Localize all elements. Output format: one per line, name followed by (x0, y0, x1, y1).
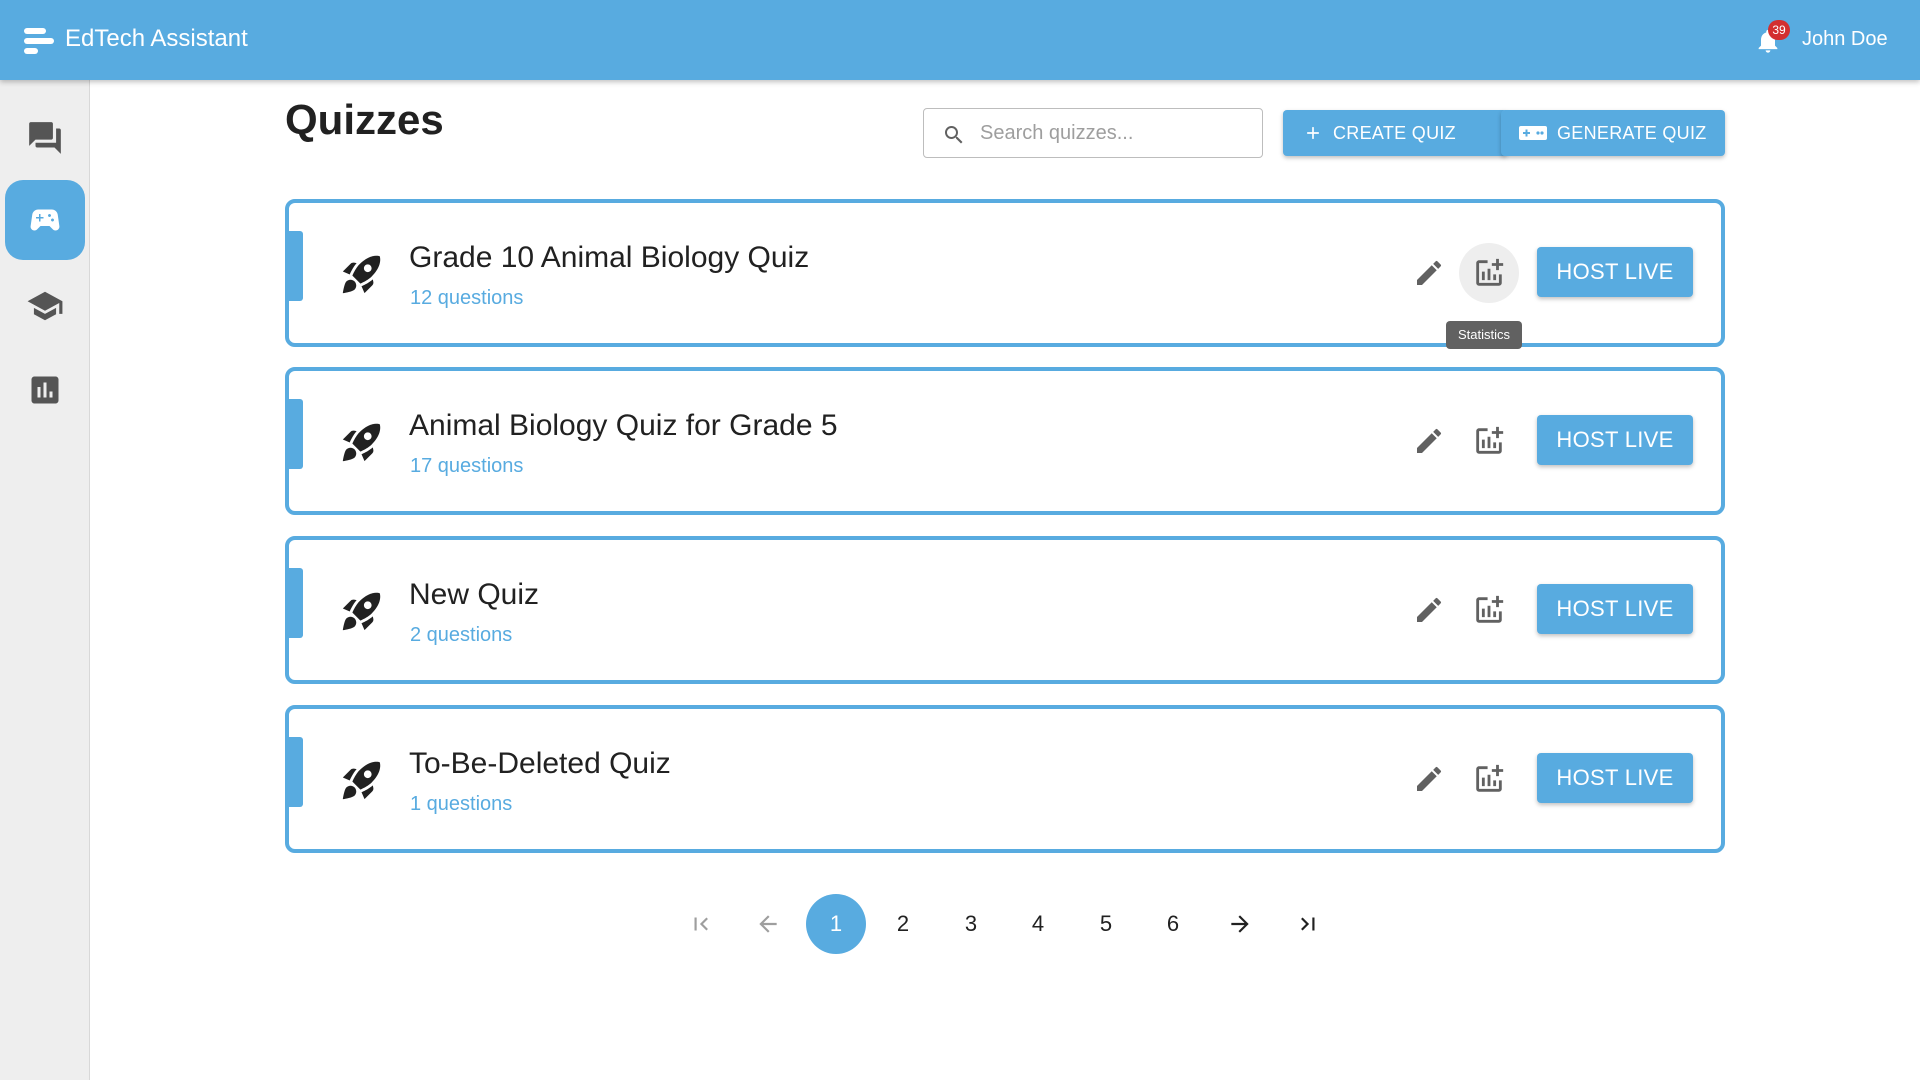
rocket-icon (342, 255, 381, 294)
host-live-button[interactable]: HOST LIVE (1537, 247, 1693, 297)
arrow-right-icon (1231, 915, 1249, 933)
search-input[interactable] (980, 109, 1250, 157)
plus-icon (1307, 127, 1319, 139)
statistics-button[interactable] (1459, 749, 1519, 809)
next-page-button[interactable] (1210, 894, 1270, 954)
pagination: 1 2 3 4 5 6 (0, 894, 1920, 958)
question-count: 17 questions (410, 455, 524, 477)
search-icon (945, 126, 963, 144)
host-live-button[interactable]: HOST LIVE (1537, 753, 1693, 803)
pencil-icon (1417, 597, 1442, 622)
app-title: EdTech Assistant (65, 25, 248, 52)
rocket-icon (342, 592, 381, 631)
school-icon (27, 291, 63, 321)
page-button-5[interactable]: 5 (1076, 894, 1136, 954)
edit-button[interactable] (1407, 419, 1451, 463)
rocket-icon (342, 423, 381, 462)
question-count: 12 questions (410, 287, 524, 309)
pencil-icon (1417, 766, 1442, 791)
gamepad-icon (30, 209, 60, 231)
last-page-icon (1301, 917, 1315, 931)
edit-button[interactable] (1407, 757, 1451, 801)
add-chart-icon (1476, 595, 1504, 623)
quiz-card[interactable]: New Quiz 2 questions HOST LIVE (285, 536, 1725, 684)
quiz-title[interactable]: Animal Biology Quiz for Grade 5 (409, 409, 838, 443)
host-live-button[interactable]: HOST LIVE (1537, 415, 1693, 465)
add-chart-icon (1476, 426, 1504, 454)
sidebar-item-courses[interactable] (5, 266, 85, 346)
logo-icon (24, 28, 54, 54)
rocket-icon (342, 761, 381, 800)
pencil-icon (1417, 260, 1442, 285)
create-quiz-button[interactable]: CREATE QUIZ (1283, 110, 1507, 156)
user-name[interactable]: John Doe (1802, 28, 1888, 51)
add-chart-icon (1476, 258, 1504, 286)
statistics-button[interactable] (1459, 580, 1519, 640)
arrow-left-icon (759, 915, 777, 933)
host-live-button[interactable]: HOST LIVE (1537, 584, 1693, 634)
app-bar: EdTech Assistant 39 John Doe (0, 0, 1920, 80)
search-box (923, 108, 1263, 158)
question-count: 1 questions (410, 793, 513, 815)
page-button-6[interactable]: 6 (1143, 894, 1203, 954)
edit-button[interactable] (1407, 588, 1451, 632)
notifications-button[interactable]: 39 (1752, 20, 1790, 56)
add-chart-icon (1476, 764, 1504, 792)
statistics-button[interactable] (1459, 411, 1519, 471)
sidebar-item-quizzes[interactable] (5, 180, 85, 260)
statistics-button[interactable] (1459, 243, 1519, 303)
generate-quiz-button[interactable]: GENERATE QUIZ (1501, 110, 1725, 156)
generate-quiz-label: GENERATE QUIZ (1557, 122, 1707, 143)
notification-badge: 39 (1768, 20, 1790, 40)
page-button-2[interactable]: 2 (873, 894, 933, 954)
sidebar-item-chat[interactable] (5, 98, 85, 178)
card-accent (285, 568, 303, 638)
quiz-card[interactable]: To-Be-Deleted Quiz 1 questions HOST LIVE (285, 705, 1725, 853)
chat-icon (29, 122, 61, 154)
sidebar-item-analytics[interactable] (5, 350, 85, 430)
pencil-icon (1417, 428, 1442, 453)
page-button-3[interactable]: 3 (941, 894, 1001, 954)
card-accent (285, 737, 303, 807)
gamepad-icon (1519, 126, 1547, 140)
quiz-card[interactable]: Animal Biology Quiz for Grade 5 17 quest… (285, 367, 1725, 515)
page-button-4[interactable]: 4 (1008, 894, 1068, 954)
statistics-tooltip: Statistics (1446, 321, 1522, 349)
quiz-title[interactable]: Grade 10 Animal Biology Quiz (409, 241, 809, 275)
bar-chart-icon (31, 376, 59, 404)
first-page-icon (694, 917, 708, 931)
edit-button[interactable] (1407, 251, 1451, 295)
quiz-title[interactable]: To-Be-Deleted Quiz (409, 747, 671, 781)
page-button-1[interactable]: 1 (806, 894, 866, 954)
first-page-button[interactable] (671, 894, 731, 954)
create-quiz-label: CREATE QUIZ (1333, 122, 1456, 143)
quiz-title[interactable]: New Quiz (409, 578, 539, 612)
card-accent (285, 399, 303, 469)
page-title: Quizzes (285, 96, 444, 143)
previous-page-button[interactable] (738, 894, 798, 954)
last-page-button[interactable] (1278, 894, 1338, 954)
card-accent (285, 231, 303, 301)
question-count: 2 questions (410, 624, 513, 646)
